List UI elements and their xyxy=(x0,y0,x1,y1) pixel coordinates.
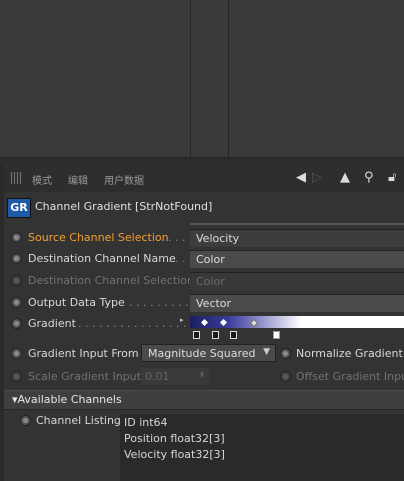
viewport-area xyxy=(0,0,404,157)
output-type-dropdown[interactable]: Vector xyxy=(190,294,404,312)
gradient-knot[interactable] xyxy=(249,318,259,328)
keyframe-radio[interactable] xyxy=(11,253,22,264)
param-label: Output Data Type xyxy=(28,296,125,309)
keyframe-radio xyxy=(11,371,22,382)
label-dots: . . . xyxy=(168,252,186,265)
keyframe-radio[interactable] xyxy=(280,348,291,359)
gradient-knot[interactable] xyxy=(200,318,209,327)
gradient-stop[interactable] xyxy=(193,331,200,339)
search-icon[interactable]: ⚲ xyxy=(364,171,374,185)
keyframe-radio[interactable] xyxy=(11,232,22,243)
param-output-type: Output Data Type . . . . . . . . . . . V… xyxy=(4,293,404,313)
label-dots: . . . . . . . . . . . . . . . . . xyxy=(78,317,194,330)
stepper-icon: ⬍ xyxy=(199,371,205,379)
list-item: ID int64 xyxy=(124,416,168,429)
attribute-toolbar: 模式 编辑 用户数据 ◀ ▷ ▲ ⚲ 🔓︎ xyxy=(4,164,404,192)
up-arrow-icon[interactable]: ▲ xyxy=(340,171,350,185)
param-gradient-input: Gradient Input From Magnitude Squared ▼ … xyxy=(4,344,404,364)
forward-arrow-icon[interactable]: ▷ xyxy=(312,171,322,185)
channel-list: ID int64 Position float32[3] Velocity fl… xyxy=(120,414,404,481)
label-dots: . . . . xyxy=(161,231,186,244)
grip-icon[interactable] xyxy=(11,172,23,184)
dest-selection-field: Color xyxy=(190,272,404,290)
dropdown-value: Magnitude Squared xyxy=(148,347,256,360)
gradient-stop[interactable] xyxy=(212,331,219,339)
gradient-bar[interactable] xyxy=(190,316,404,339)
keyframe-radio[interactable] xyxy=(11,318,22,329)
menu-mode[interactable]: 模式 xyxy=(32,172,52,187)
gradient-stop[interactable] xyxy=(230,331,237,339)
source-channel-field[interactable]: Velocity xyxy=(190,229,404,247)
keyframe-radio[interactable] xyxy=(20,415,31,426)
param-label: Scale Gradient Input xyxy=(28,370,141,383)
param-label: Destination Channel Name xyxy=(28,252,176,265)
viewport-divider xyxy=(228,0,229,157)
gradient-stop[interactable] xyxy=(273,331,280,339)
object-title: Channel Gradient [StrNotFound] xyxy=(35,200,213,213)
gradient-input-dropdown[interactable]: Magnitude Squared ▼ xyxy=(141,344,276,362)
gr-logo: GR xyxy=(7,198,31,218)
scale-input: 0.01 ⬍ xyxy=(141,368,209,385)
label-dots: . . . . . . . . . . . xyxy=(122,296,196,309)
panel-splitter[interactable] xyxy=(0,157,404,164)
keyframe-radio xyxy=(280,371,291,382)
menu-userdata[interactable]: 用户数据 xyxy=(104,172,144,187)
param-label: Gradient xyxy=(28,317,76,330)
section-available-channels[interactable]: ▾Available Channels xyxy=(4,390,404,410)
keyframe-radio[interactable] xyxy=(11,297,22,308)
keyframe-radio[interactable] xyxy=(11,348,22,359)
param-scale-gradient: Scale Gradient Input 0.01 ⬍ Offset Gradi… xyxy=(4,367,404,387)
lock-icon[interactable]: 🔓︎ xyxy=(388,171,396,185)
param-label: Gradient Input From xyxy=(28,347,139,360)
param-dest-channel: Destination Channel Name . . . Color xyxy=(4,249,404,269)
gradient-knot[interactable] xyxy=(219,318,228,327)
chevron-down-icon: ▼ xyxy=(263,347,270,357)
param-label: Source Channel Selection xyxy=(28,231,169,244)
param-label: Channel Listing xyxy=(36,414,121,427)
param-label: Normalize Gradient I xyxy=(296,347,404,360)
param-gradient: Gradient . . . . . . . . . . . . . . . .… xyxy=(4,314,404,344)
back-arrow-icon[interactable]: ◀ xyxy=(296,171,306,185)
list-item: Position float32[3] xyxy=(124,432,225,445)
param-label: Offset Gradient Inpu xyxy=(296,370,404,383)
object-header: GR Channel Gradient [StrNotFound] xyxy=(4,193,404,221)
divider xyxy=(190,223,404,225)
param-dest-selection: Destination Channel Selection Color xyxy=(4,271,404,291)
gradient-expand-icon[interactable]: ▸ xyxy=(180,316,184,324)
section-title: ▾Available Channels xyxy=(12,393,122,406)
menu-edit[interactable]: 编辑 xyxy=(68,172,88,187)
viewport-divider xyxy=(190,0,191,157)
param-source-channel: Source Channel Selection . . . . Velocit… xyxy=(4,228,404,248)
list-item: Velocity float32[3] xyxy=(124,448,225,461)
keyframe-radio xyxy=(11,275,22,286)
dest-channel-field[interactable]: Color xyxy=(190,250,404,268)
scale-value: 0.01 xyxy=(145,370,170,383)
param-label: Destination Channel Selection xyxy=(28,274,194,287)
